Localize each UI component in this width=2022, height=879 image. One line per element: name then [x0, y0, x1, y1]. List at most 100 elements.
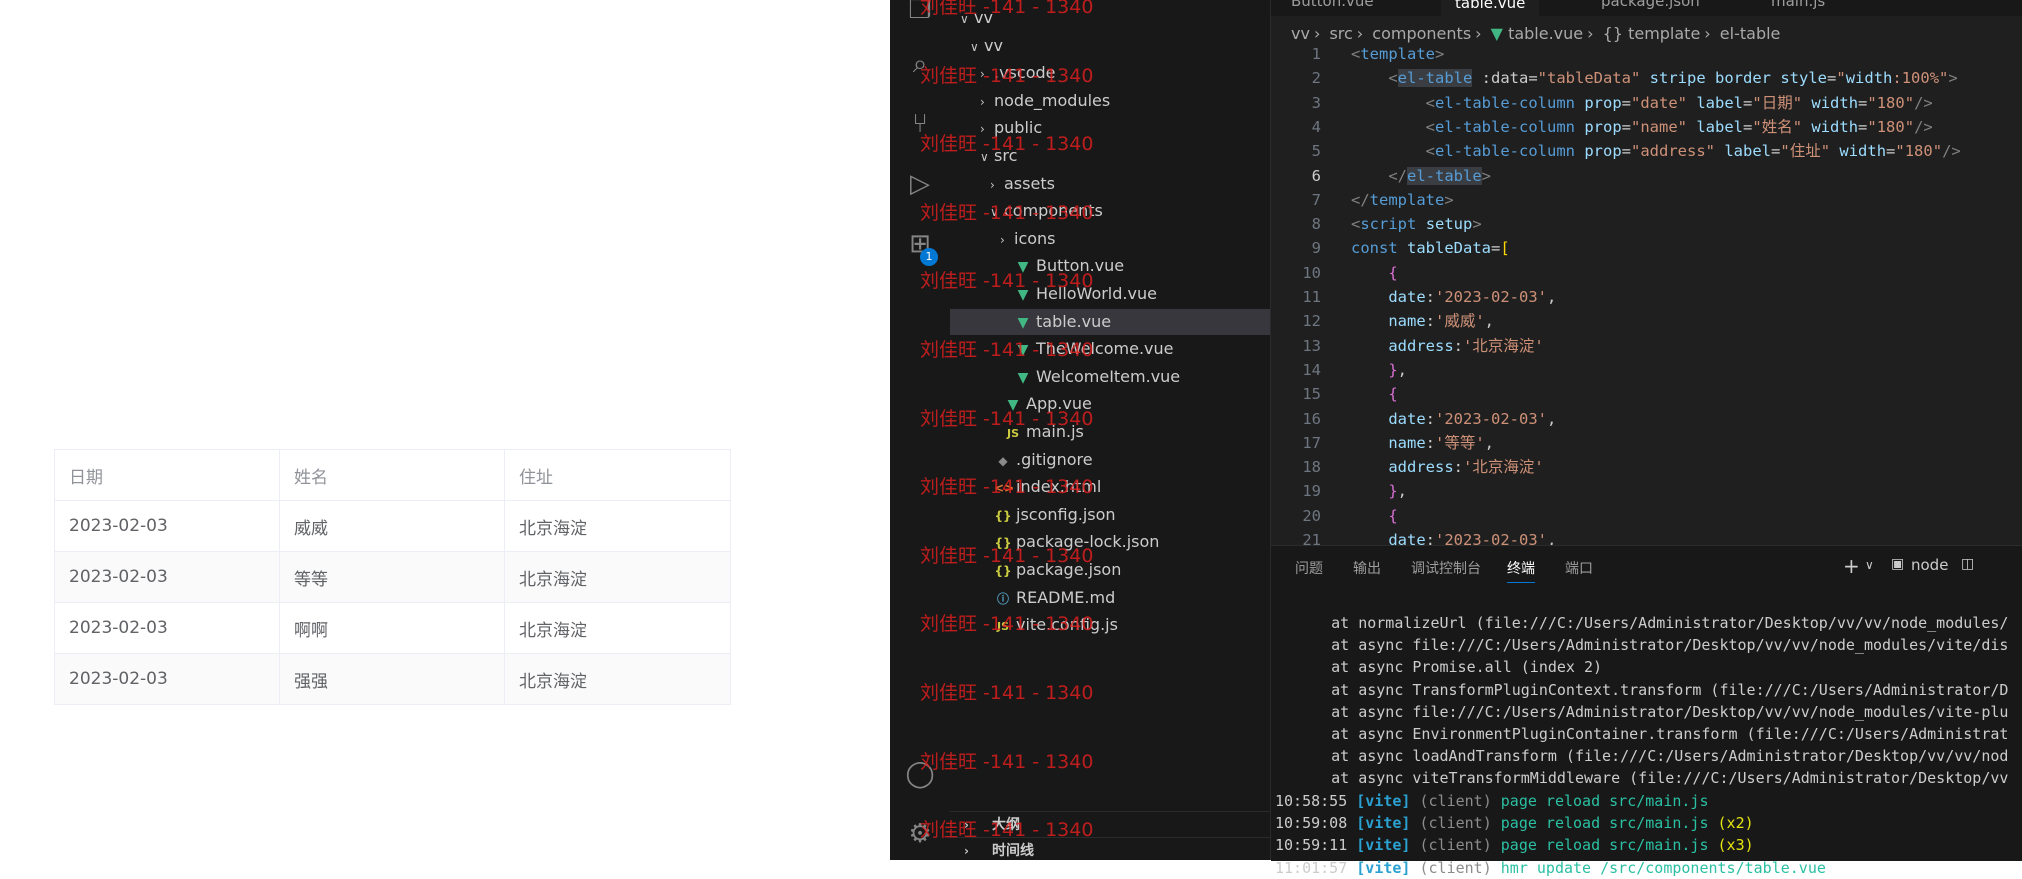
tree-item-label: vite.config.js — [1016, 615, 1118, 635]
cell-date: 2023-02-03 — [55, 501, 280, 551]
code-line[interactable]: 18 address:'北京海淀' — [1271, 455, 2022, 479]
chevron-right-icon: › — [980, 67, 985, 82]
explorer-icon[interactable]: ❐ — [904, 0, 936, 26]
run-debug-icon[interactable]: ▷ — [904, 168, 936, 200]
header-name[interactable]: 姓名 — [280, 450, 505, 500]
line-number: 9 — [1311, 239, 1321, 258]
split-terminal-icon[interactable]: ◫ — [1961, 556, 1974, 572]
panel-tab-output[interactable]: 输出 — [1353, 558, 1381, 578]
code-line[interactable]: 16 date:'2023-02-03', — [1271, 407, 2022, 431]
tree-item[interactable]: › icons — [950, 226, 1270, 252]
tree-item-label: WelcomeItem.vue — [1036, 366, 1181, 386]
code-line[interactable]: 8 <script setup> — [1271, 212, 2022, 236]
breadcrumb-item[interactable]: components — [1372, 24, 1471, 43]
tree-item-label: App.vue — [1026, 394, 1092, 414]
code-line[interactable]: 10 { — [1271, 261, 2022, 285]
tree-item[interactable]: ▼ WelcomeItem.vue — [950, 364, 1270, 390]
file-type-icon: ▼ — [1017, 314, 1029, 331]
code-line[interactable]: 17 name:'等等', — [1271, 431, 2022, 455]
chevron-down-icon[interactable]: ∨ — [1865, 558, 1874, 572]
code-line[interactable]: 13 address:'北京海淀' — [1271, 334, 2022, 358]
header-address[interactable]: 住址 — [505, 450, 730, 500]
code-editor[interactable]: Button.vue table.vue package.json main.j… — [1271, 0, 2022, 549]
breadcrumb-item[interactable]: src — [1329, 24, 1352, 43]
tree-item-label: jsconfig.json — [1016, 504, 1116, 524]
line-number: 12 — [1302, 312, 1321, 331]
table-row[interactable]: 2023-02-03 啊啊 北京海淀 — [55, 603, 730, 654]
code-line[interactable]: 5 <el-table-column prop="address" label=… — [1271, 139, 2022, 163]
header-date[interactable]: 日期 — [55, 450, 280, 500]
breadcrumb-item[interactable]: el-table — [1720, 24, 1781, 43]
vue-file-icon: ▼ — [1490, 24, 1503, 43]
code-line[interactable]: 3 <el-table-column prop="date" label="日期… — [1271, 91, 2022, 115]
tree-item[interactable]: <> index.html — [950, 474, 1270, 500]
breadcrumb-item[interactable]: table.vue — [1508, 24, 1583, 43]
tree-item[interactable]: ▼ App.vue — [950, 391, 1270, 417]
table-row[interactable]: 2023-02-03 威威 北京海淀 — [55, 501, 730, 552]
tab-main-js[interactable]: main.js — [1771, 0, 1825, 16]
tree-item[interactable]: ▼ TheWelcome.vue — [950, 336, 1270, 362]
source-control-icon[interactable]: ⑂ — [904, 108, 936, 140]
tree-item[interactable]: ∨ src — [950, 143, 1270, 169]
table-header-row: 日期 姓名 住址 — [55, 450, 730, 501]
cell-date: 2023-02-03 — [55, 552, 280, 602]
search-icon[interactable]: ⌕ — [904, 48, 936, 80]
tab-package-json[interactable]: package.json — [1601, 0, 1700, 16]
tree-item[interactable]: › public — [950, 115, 1270, 141]
panel-tab-ports[interactable]: 端口 — [1565, 558, 1593, 578]
terminal-line: at async viteTransformMiddleware (file:/… — [1295, 769, 2009, 788]
tree-item[interactable]: ▼ HelloWorld.vue — [950, 281, 1270, 307]
tree-item[interactable]: ⓘ README.md — [950, 585, 1270, 611]
tree-item-label: package-lock.json — [1016, 532, 1160, 552]
code-text: <el-table-column prop="date" label="日期" … — [1425, 93, 1933, 112]
code-line[interactable]: 4 <el-table-column prop="name" label="姓名… — [1271, 115, 2022, 139]
chevron-down-icon: ∨ — [990, 205, 999, 220]
table-row[interactable]: 2023-02-03 强强 北京海淀 — [55, 654, 730, 704]
tree-item[interactable]: JS vite.config.js — [950, 612, 1270, 638]
code-line[interactable]: 1 <template> — [1271, 42, 2022, 66]
code-text: address:'北京海淀' — [1388, 458, 1544, 477]
code-line[interactable]: 11 date:'2023-02-03', — [1271, 285, 2022, 309]
code-line[interactable]: 6 </el-table> — [1271, 164, 2022, 188]
line-number: 15 — [1302, 385, 1321, 404]
account-icon[interactable]: ◯ — [904, 758, 936, 790]
code-line[interactable]: 15 { — [1271, 382, 2022, 406]
line-number: 11 — [1302, 288, 1321, 306]
tree-item[interactable]: {} package.json — [950, 557, 1270, 583]
add-terminal-icon[interactable]: + — [1843, 554, 1860, 578]
code-line[interactable]: 7 </template> — [1271, 188, 2022, 212]
tree-item[interactable]: ∨ vv — [950, 5, 1270, 31]
tree-item[interactable]: {} package-lock.json — [950, 529, 1270, 555]
code-line[interactable]: 19 }, — [1271, 479, 2022, 503]
tab-table-vue[interactable]: table.vue — [1441, 0, 1540, 16]
code-line[interactable]: 12 name:'威威', — [1271, 309, 2022, 333]
panel-tab-terminal[interactable]: 终端 — [1507, 558, 1535, 583]
tab-button-vue[interactable]: Button.vue — [1291, 0, 1374, 16]
panel-tab-debug-console[interactable]: 调试控制台 — [1411, 558, 1481, 578]
breadcrumb-item[interactable]: {} template — [1603, 24, 1701, 43]
tree-item[interactable]: ∨ vv — [950, 33, 1270, 59]
code-line[interactable]: 20 { — [1271, 504, 2022, 528]
code-line[interactable]: 2 <el-table :data="tableData" stripe bor… — [1271, 66, 2022, 90]
tree-item[interactable]: › node_modules — [950, 88, 1270, 114]
tree-item[interactable]: ▼ table.vue — [950, 308, 1270, 335]
tree-item[interactable]: › .vscode — [950, 60, 1270, 86]
line-number: 19 — [1302, 482, 1321, 501]
tree-item[interactable]: JS main.js — [950, 419, 1270, 445]
table-row[interactable]: 2023-02-03 等等 北京海淀 — [55, 552, 730, 603]
tree-item-label: components — [1004, 201, 1103, 221]
gear-icon[interactable]: ⚙ — [904, 818, 936, 850]
tree-item[interactable]: ◆ .gitignore — [950, 447, 1270, 473]
code-line[interactable]: 9 const tableData=[ — [1271, 236, 2022, 260]
code-line[interactable]: 14 }, — [1271, 358, 2022, 382]
tree-item[interactable]: ∨ components — [950, 198, 1270, 224]
line-number: 5 — [1311, 142, 1321, 161]
panel-tab-problems[interactable]: 问题 — [1295, 558, 1323, 578]
breadcrumb-item[interactable]: vv — [1291, 24, 1310, 43]
timeline-label: 时间线 — [992, 843, 1034, 859]
outline-section[interactable]: › 大纲 — [950, 811, 1270, 838]
terminal-name[interactable]: node — [1911, 556, 1948, 574]
tree-item[interactable]: ▼ Button.vue — [950, 253, 1270, 279]
tree-item[interactable]: › assets — [950, 171, 1270, 197]
tree-item[interactable]: {} jsconfig.json — [950, 502, 1270, 528]
